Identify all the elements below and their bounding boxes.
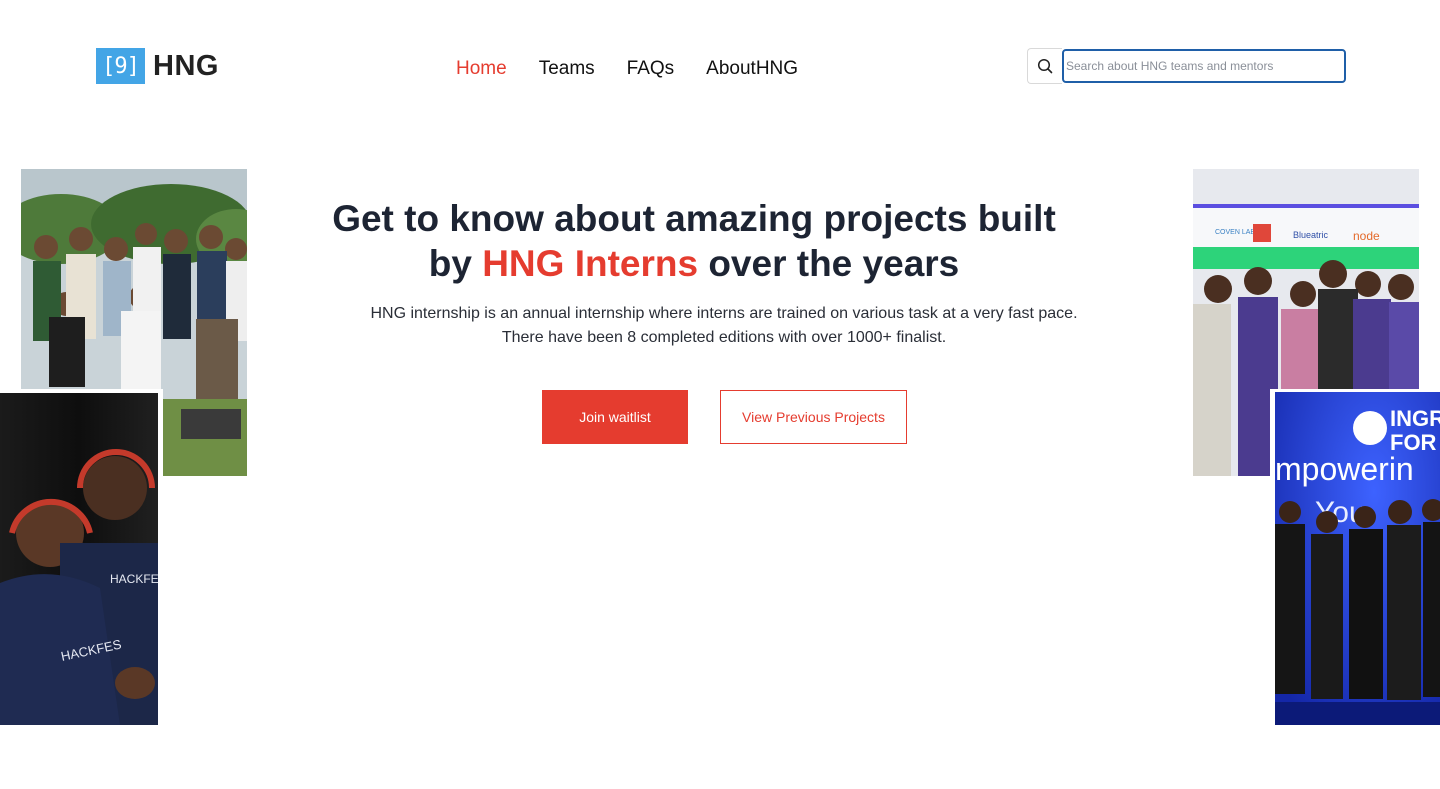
join-waitlist-button[interactable]: Join waitlist xyxy=(542,390,688,444)
banner-logo-blueatric: Blueatric xyxy=(1293,230,1329,240)
hero-description: HNG internship is an annual internship w… xyxy=(370,305,1078,346)
hero-title-part2: over the years xyxy=(698,243,960,284)
tshirt-print: HACKFES xyxy=(110,572,158,586)
nav-teams[interactable]: Teams xyxy=(539,58,595,80)
banner-logo-node: node xyxy=(1353,229,1380,243)
stage-title-line1: INGR xyxy=(1390,406,1440,431)
nav-about-hng[interactable]: AboutHNG xyxy=(706,58,798,80)
brand-logo[interactable]: [9] HNG xyxy=(96,48,219,84)
brand-name: HNG xyxy=(153,49,219,82)
hng-logo-icon: [9] xyxy=(96,48,145,84)
view-previous-projects-button[interactable]: View Previous Projects xyxy=(720,390,907,444)
stage-slogan: mpowerin xyxy=(1275,451,1414,487)
forum-stage-photo: INGR FOR mpowerin You xyxy=(1270,389,1440,725)
nav-faqs[interactable]: FAQs xyxy=(627,58,675,80)
hero-title: Get to know about amazing projects built… xyxy=(320,196,1068,286)
search-icon xyxy=(1037,58,1053,74)
hackfest-interns-photo: HACKFES HACKFES xyxy=(0,389,163,725)
main-nav: Home Teams FAQs AboutHNG xyxy=(456,58,798,80)
search-bar xyxy=(1027,48,1346,84)
hero-title-accent: HNG Interns xyxy=(482,243,699,284)
nav-home[interactable]: Home xyxy=(456,58,507,80)
search-button[interactable] xyxy=(1027,48,1062,84)
search-input[interactable] xyxy=(1062,49,1346,83)
